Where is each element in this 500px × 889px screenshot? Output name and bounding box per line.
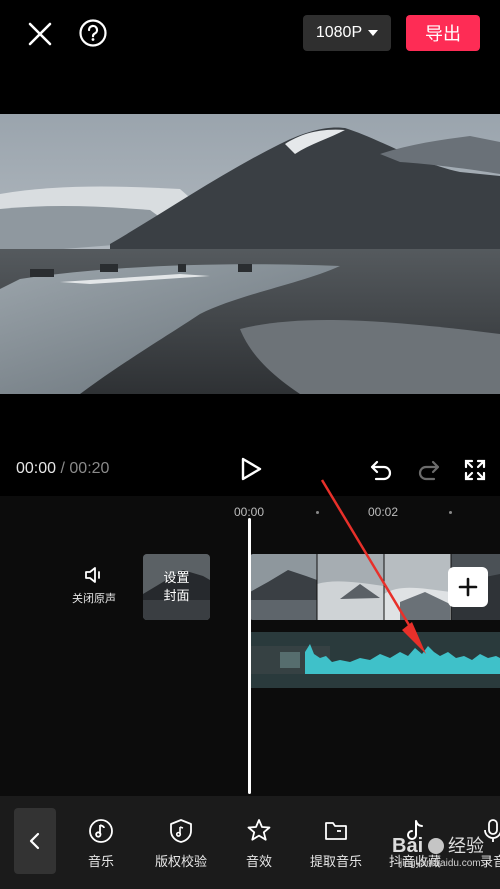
music-note-icon: [89, 819, 113, 843]
folder-icon: [325, 822, 347, 840]
tool-label: 提取音乐: [309, 854, 362, 869]
baidu-watermark-logo: Bai 经验: [392, 826, 500, 886]
shield-music-icon: [170, 819, 192, 843]
tool-extract-music[interactable]: 提取音乐: [301, 818, 371, 870]
svg-text:经验: 经验: [448, 836, 484, 857]
back-button[interactable]: [14, 808, 56, 874]
tool-music[interactable]: 音乐: [66, 818, 136, 870]
tool-sound-effects[interactable]: 音效: [224, 818, 294, 870]
chevron-left-icon: [29, 832, 40, 850]
tool-label: 版权校验: [154, 854, 207, 869]
tool-copyright-check[interactable]: 版权校验: [146, 818, 216, 870]
watermark-url: jingyan.baidu.com: [400, 858, 481, 869]
tool-label: 音效: [245, 854, 272, 869]
tool-label: 音乐: [87, 854, 114, 869]
star-sound-icon: [247, 819, 271, 841]
svg-text:Bai: Bai: [392, 835, 423, 857]
annotation-arrow: [320, 479, 426, 654]
